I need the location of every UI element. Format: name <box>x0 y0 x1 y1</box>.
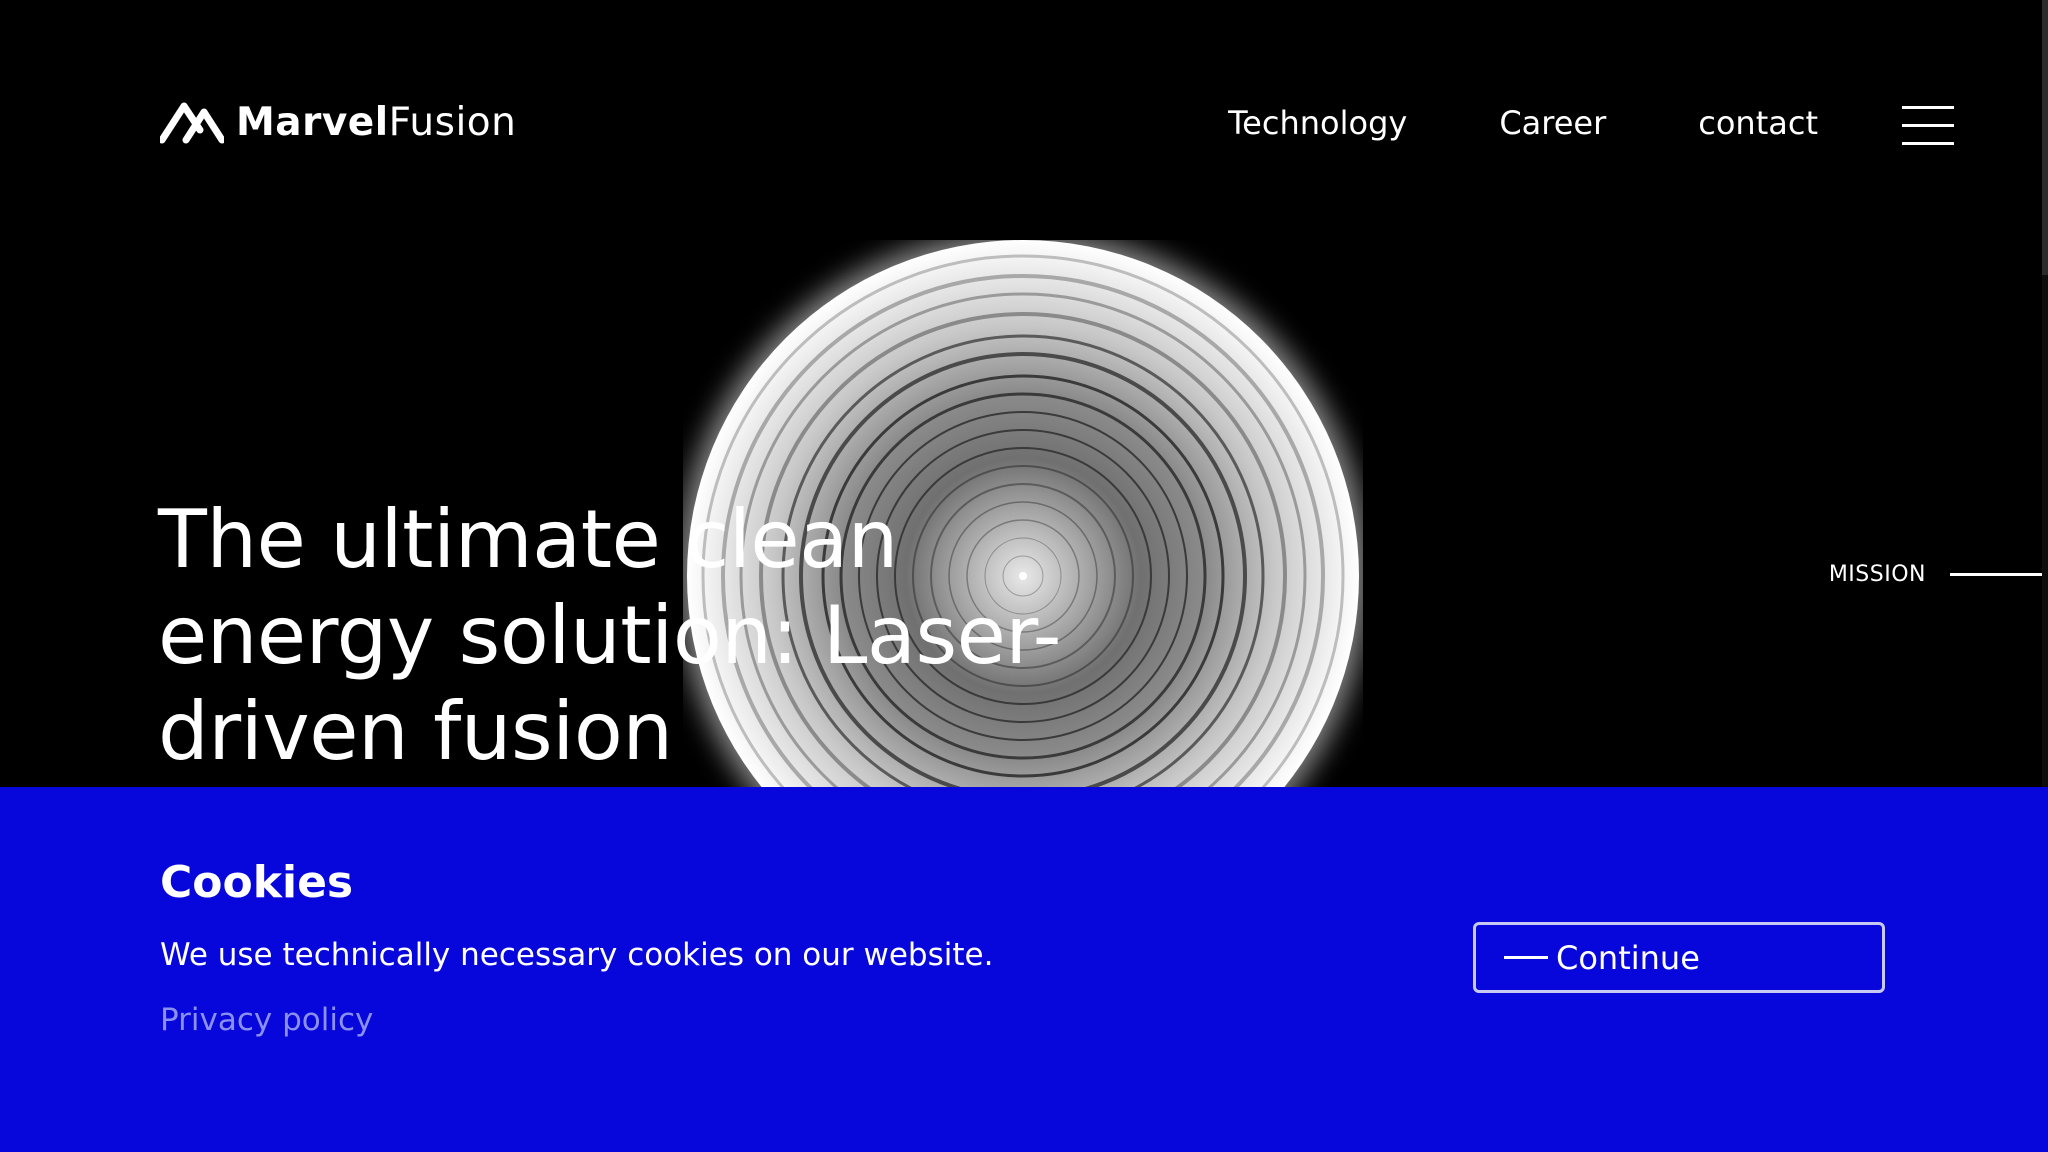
cookie-description: We use technically necessary cookies on … <box>160 937 994 973</box>
nav-link-career[interactable]: Career <box>1499 104 1606 142</box>
mission-line <box>1950 573 2048 576</box>
hamburger-menu-icon[interactable] <box>1902 104 1954 146</box>
mission-section-link[interactable]: MISSION <box>1829 562 2048 587</box>
brand-name-bold: Marvel <box>236 99 389 145</box>
nav-link-contact[interactable]: contact <box>1698 104 1818 142</box>
dash-icon <box>1504 956 1548 959</box>
hero-title: The ultimate clean energy solution: Lase… <box>158 493 1062 778</box>
privacy-policy-link[interactable]: Privacy policy <box>160 1002 373 1038</box>
brand-name-light: Fusion <box>388 99 517 145</box>
mission-label: MISSION <box>1828 562 1926 587</box>
cookie-banner: Cookies We use technically necessary coo… <box>0 787 2048 1152</box>
brand-logo[interactable]: Marvel Fusion <box>160 98 516 146</box>
nav-link-technology[interactable]: Technology <box>1228 104 1407 142</box>
continue-button[interactable]: Continue <box>1473 922 1885 993</box>
continue-label: Continue <box>1556 938 1700 977</box>
page: Marvel Fusion Technology Career contact … <box>0 0 2048 1152</box>
cookie-title: Cookies <box>160 857 354 908</box>
main-nav: Technology Career contact <box>1136 104 1818 142</box>
scrollbar-thumb[interactable] <box>2042 0 2048 275</box>
marvel-fusion-logo-icon <box>160 102 224 144</box>
